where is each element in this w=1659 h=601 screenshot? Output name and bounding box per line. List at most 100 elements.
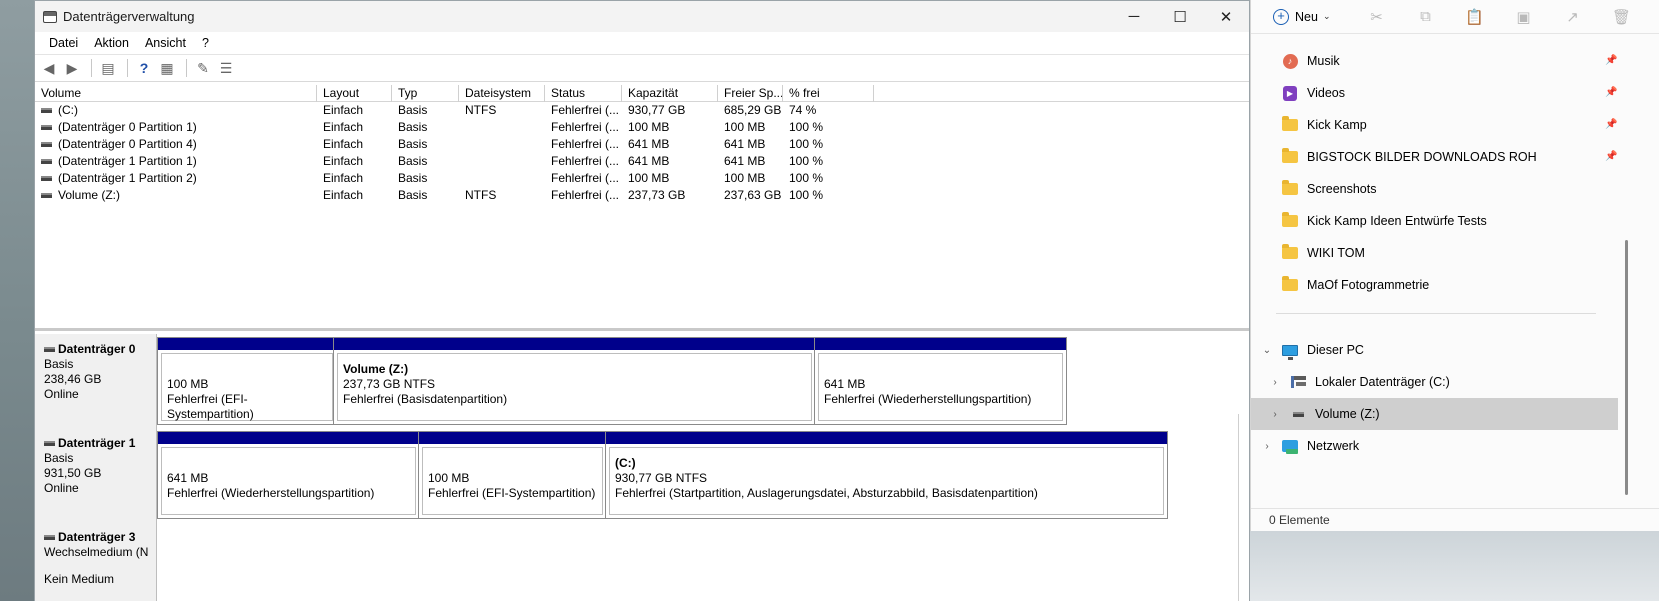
table-cell bbox=[459, 136, 545, 153]
chevron-right-icon[interactable]: › bbox=[1269, 377, 1281, 388]
folder-icon bbox=[1281, 212, 1299, 229]
column-layout[interactable]: Layout bbox=[317, 85, 392, 102]
folder-icon bbox=[1281, 148, 1299, 165]
nav-item-volume-z[interactable]: › Volume (Z:) bbox=[1251, 398, 1618, 430]
table-row[interactable]: (Datenträger 1 Partition 2) Einfach Basis F… bbox=[35, 170, 1249, 187]
console-tree-icon[interactable]: ▤ bbox=[98, 58, 118, 78]
nav-item-network[interactable]: › Netzwerk bbox=[1251, 430, 1659, 462]
table-row[interactable]: (C:) Einfach Basis NTFS Fehlerfrei (... 930,7… bbox=[35, 102, 1249, 119]
nav-item-local-disk-c[interactable]: › Lokaler Datenträger (C:) bbox=[1251, 366, 1659, 398]
partition-block[interactable]: 641 MB Fehlerfrei (Wiederherstellungspart… bbox=[157, 431, 420, 519]
table-row[interactable]: (Datenträger 0 Partition 4) Einfach Basis F… bbox=[35, 136, 1249, 153]
chevron-down-icon[interactable]: ⌄ bbox=[1261, 345, 1273, 356]
disk-name: Datenträger 0 bbox=[44, 342, 156, 357]
rename-icon[interactable]: ▣ bbox=[1513, 8, 1533, 26]
copy-icon[interactable]: ⧉ bbox=[1415, 8, 1435, 25]
partition-block[interactable]: 100 MB Fehlerfrei (EFI-Systempartition) bbox=[157, 337, 337, 425]
disk-management-window: Datenträgerverwaltung ─ ☐ ✕ Datei Aktion… bbox=[34, 0, 1250, 601]
partition-block[interactable]: 641 MB Fehlerfrei (Wiederherstellungspart… bbox=[814, 337, 1067, 425]
menu-ansicht[interactable]: Ansicht bbox=[137, 36, 194, 50]
new-button[interactable]: + Neu ⌄ bbox=[1273, 8, 1330, 25]
toolbar-separator bbox=[186, 59, 187, 77]
menu-datei[interactable]: Datei bbox=[41, 36, 86, 50]
table-cell: Einfach bbox=[317, 136, 392, 153]
cell-text: 100 MB bbox=[724, 171, 766, 185]
quick-access-item[interactable]: ♪ Musik 📌 bbox=[1251, 45, 1659, 77]
column-status[interactable]: Status bbox=[545, 85, 622, 102]
menu-aktion[interactable]: Aktion bbox=[86, 36, 137, 50]
pin-icon[interactable]: 📌 bbox=[1605, 87, 1617, 98]
table-row[interactable]: Volume (Z:) Einfach Basis NTFS Fehlerfrei (.… bbox=[35, 187, 1249, 204]
cell-text: Basis bbox=[398, 103, 428, 117]
menu-help[interactable]: ? bbox=[194, 36, 217, 50]
volume-icon bbox=[41, 176, 52, 182]
quick-access-item[interactable]: ▶ Videos 📌 bbox=[1251, 77, 1659, 109]
table-cell: 100 % bbox=[783, 153, 874, 170]
partition-info: 641 MB Fehlerfrei (Wiederherstellungspart… bbox=[818, 353, 1063, 421]
share-icon[interactable]: ↗ bbox=[1562, 8, 1582, 26]
pin-icon[interactable]: 📌 bbox=[1605, 55, 1617, 66]
cell-text: 100 MB bbox=[628, 120, 670, 134]
column-typ[interactable]: Typ bbox=[392, 85, 459, 102]
paste-icon[interactable]: 📋 bbox=[1464, 8, 1484, 26]
chevron-right-icon[interactable]: › bbox=[1261, 441, 1273, 452]
cut-icon[interactable]: ✂ bbox=[1366, 8, 1386, 26]
nav-item-this-pc[interactable]: ⌄ Dieser PC bbox=[1251, 334, 1659, 366]
delete-icon[interactable]: 🗑 bbox=[1611, 8, 1631, 26]
column-volume[interactable]: Volume bbox=[35, 85, 317, 102]
cell-text: Basis bbox=[398, 188, 428, 202]
back-arrow-icon[interactable]: ◀ bbox=[39, 58, 59, 78]
quick-access-list: ♪ Musik 📌 ▶ Videos 📌 Kick Kamp 📌 BIGSTOCK BILDER… bbox=[1251, 45, 1659, 301]
column-dateisystem[interactable]: Dateisystem bbox=[459, 85, 545, 102]
partition-name: Volume (Z:) bbox=[343, 362, 409, 376]
list-view-icon[interactable]: ☰ bbox=[216, 58, 236, 78]
volume-rows: (C:) Einfach Basis NTFS Fehlerfrei (... 930,7… bbox=[35, 102, 1249, 204]
graph-scrollbar[interactable] bbox=[1238, 414, 1244, 601]
disk-icon bbox=[44, 441, 55, 447]
navigation-scrollbar[interactable] bbox=[1625, 240, 1628, 495]
pin-icon[interactable]: 📌 bbox=[1605, 151, 1617, 162]
nav-item-label: Videos bbox=[1307, 86, 1345, 100]
quick-access-item[interactable]: Screenshots bbox=[1251, 173, 1659, 205]
table-cell: (Datenträger 0 Partition 4) bbox=[35, 136, 317, 153]
quick-access-item[interactable]: Kick Kamp 📌 bbox=[1251, 109, 1659, 141]
table-cell: Fehlerfrei (... bbox=[545, 187, 622, 204]
menu-bar: Datei Aktion Ansicht ? bbox=[35, 32, 1249, 54]
disk-label[interactable]: Datenträger 0 Basis 238,46 GB Online bbox=[35, 334, 157, 428]
rescan-disks-icon[interactable]: ✎ bbox=[193, 58, 213, 78]
partition-block[interactable]: Volume (Z:) 237,73 GB NTFS Fehlerfrei (Bas… bbox=[333, 337, 816, 425]
minimize-button[interactable]: ─ bbox=[1111, 1, 1157, 32]
cell-text: NTFS bbox=[465, 103, 497, 117]
pin-icon[interactable]: 📌 bbox=[1605, 119, 1617, 130]
cell-text: 100 % bbox=[789, 120, 824, 134]
title-bar[interactable]: Datenträgerverwaltung ─ ☐ ✕ bbox=[35, 1, 1249, 32]
table-cell: 930,77 GB bbox=[622, 102, 718, 119]
table-cell: 237,63 GB bbox=[718, 187, 783, 204]
help-icon[interactable]: ? bbox=[134, 58, 154, 78]
volume-icon bbox=[41, 125, 52, 131]
table-row[interactable]: (Datenträger 1 Partition 1) Einfach Basis F… bbox=[35, 153, 1249, 170]
partition-block[interactable]: (C:) 930,77 GB NTFS Fehlerfrei (Startparti… bbox=[605, 431, 1168, 519]
column-freier-speicher[interactable]: Freier Sp... bbox=[718, 85, 783, 102]
quick-access-item[interactable]: MaOf Fotogrammetrie bbox=[1251, 269, 1659, 301]
table-row[interactable]: (Datenträger 0 Partition 1) Einfach Basis F… bbox=[35, 119, 1249, 136]
cell-text: Einfach bbox=[323, 188, 364, 202]
quick-access-item[interactable]: Kick Kamp Ideen Entwürfe Tests bbox=[1251, 205, 1659, 237]
column-kapazitaet[interactable]: Kapazität bbox=[622, 85, 718, 102]
disk-state: Online bbox=[44, 387, 79, 401]
table-cell: Basis bbox=[392, 170, 459, 187]
window-title: Datenträgerverwaltung bbox=[63, 9, 195, 24]
chevron-right-icon[interactable]: › bbox=[1269, 409, 1281, 420]
forward-arrow-icon[interactable]: ▶ bbox=[62, 58, 82, 78]
properties-icon[interactable]: ▦ bbox=[157, 58, 177, 78]
quick-access-item[interactable]: BIGSTOCK BILDER DOWNLOADS ROH 📌 bbox=[1251, 141, 1659, 173]
maximize-button[interactable]: ☐ bbox=[1157, 1, 1203, 32]
partition-block[interactable]: 100 MB Fehlerfrei (EFI-Systempartition) bbox=[418, 431, 607, 519]
disk-label[interactable]: Datenträger 1 Basis 931,50 GB Online bbox=[35, 428, 157, 522]
partition-bar bbox=[158, 338, 336, 350]
column-prozent-frei[interactable]: % frei bbox=[783, 85, 874, 102]
close-button[interactable]: ✕ bbox=[1203, 1, 1249, 32]
disk-label[interactable]: Datenträger 3 Wechselmedium (N Kein Medium bbox=[35, 522, 157, 601]
cell-text: 641 MB bbox=[628, 137, 670, 151]
quick-access-item[interactable]: WIKI TOM bbox=[1251, 237, 1659, 269]
